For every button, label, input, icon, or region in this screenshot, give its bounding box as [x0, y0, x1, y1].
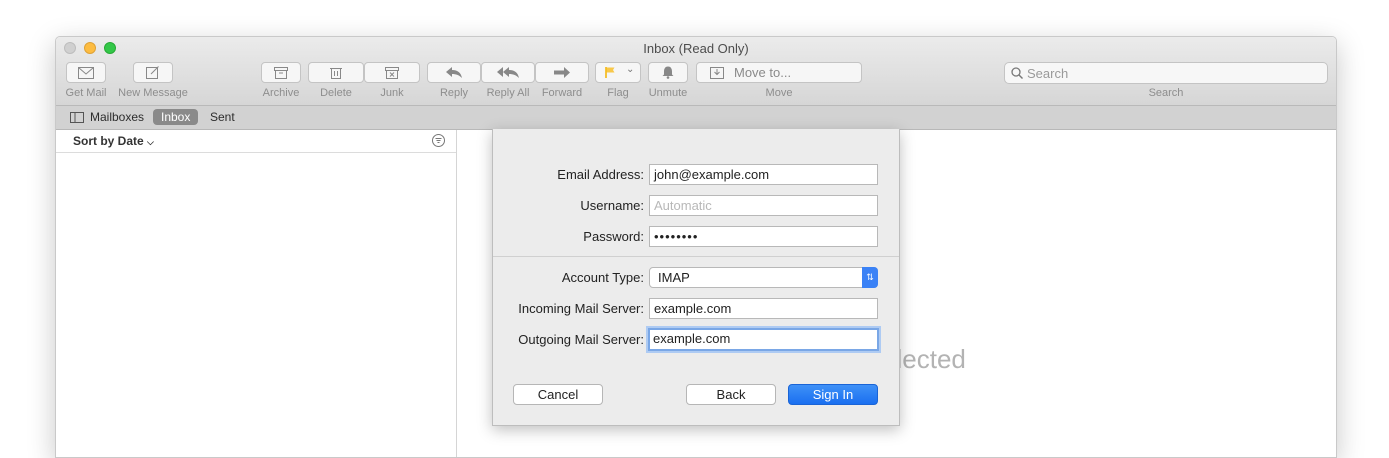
favorites-bar: Mailboxes Inbox Sent: [56, 106, 1336, 130]
archive-box-icon: [274, 66, 288, 79]
toolbar: Inbox (Read Only) Get Mail New Message A…: [56, 37, 1336, 106]
move-to-text: Move to...: [734, 65, 792, 80]
delete-label: Delete: [320, 87, 352, 99]
trash-icon: [330, 68, 342, 79]
search-placeholder: Search: [1027, 66, 1069, 81]
search-field[interactable]: Search: [1004, 62, 1328, 84]
archive-label: Archive: [262, 87, 300, 99]
unmute-button[interactable]: [648, 62, 688, 83]
username-field[interactable]: Automatic: [649, 195, 878, 216]
reply-all-label: Reply All: [486, 87, 530, 99]
sort-label: Sort by Date: [73, 134, 144, 148]
sent-favorite-button[interactable]: Sent: [210, 110, 235, 124]
flag-menu-chevron-icon[interactable]: ⌄: [626, 64, 634, 75]
reply-all-arrow-icon: [497, 67, 519, 78]
account-type-select[interactable]: IMAP ⇅: [649, 267, 878, 288]
outgoing-mail-server-field[interactable]: example.com: [648, 328, 879, 351]
flag-icon: [605, 67, 615, 78]
get-mail-label: Get Mail: [65, 87, 107, 99]
bell-icon: [662, 66, 674, 79]
reply-all-button[interactable]: [481, 62, 535, 83]
cancel-button[interactable]: Cancel: [513, 384, 603, 405]
unmute-label: Unmute: [648, 87, 688, 99]
flag-button[interactable]: ⌄: [595, 62, 641, 83]
select-stepper-icon: ⇅: [862, 267, 878, 288]
move-label: Move: [765, 87, 793, 99]
outgoing-mail-server-label: Outgoing Mail Server:: [518, 332, 644, 347]
search-label: Search: [1148, 87, 1184, 99]
delete-button[interactable]: [308, 62, 364, 83]
move-tray-icon: [710, 66, 724, 79]
junk-button[interactable]: [364, 62, 420, 83]
email-address-label: Email Address:: [557, 167, 644, 182]
password-label: Password:: [583, 229, 644, 244]
sidebar-toggle-icon[interactable]: [70, 112, 84, 123]
forward-arrow-icon: [554, 67, 570, 78]
add-account-sheet: Email Address: john@example.com Username…: [492, 129, 900, 426]
window-title: Inbox (Read Only): [643, 41, 749, 56]
sort-bar: Sort by Date ⌵: [56, 130, 456, 153]
filter-icon[interactable]: [432, 134, 445, 147]
move-to-button[interactable]: Move to...: [696, 62, 862, 83]
account-type-label: Account Type:: [561, 270, 644, 285]
reply-button[interactable]: [427, 62, 481, 83]
password-field[interactable]: ••••••••: [649, 226, 878, 247]
incoming-mail-server-field[interactable]: example.com: [649, 298, 878, 319]
chevron-down-icon: ⌵: [147, 137, 154, 147]
envelope-icon: [78, 66, 94, 79]
inbox-favorite-button[interactable]: Inbox: [153, 109, 199, 125]
flag-label: Flag: [607, 87, 629, 99]
sort-by-date-button[interactable]: Sort by Date ⌵: [73, 134, 154, 148]
new-message-button[interactable]: [133, 62, 173, 83]
username-label: Username:: [580, 198, 644, 213]
new-message-label: New Message: [118, 87, 188, 99]
get-mail-button[interactable]: [66, 62, 106, 83]
sign-in-button[interactable]: Sign In: [788, 384, 878, 405]
junk-icon: [385, 66, 399, 79]
reply-label: Reply: [439, 87, 469, 99]
message-list-pane: Sort by Date ⌵: [56, 130, 457, 457]
back-button[interactable]: Back: [686, 384, 776, 405]
incoming-mail-server-label: Incoming Mail Server:: [518, 301, 644, 316]
mailboxes-button[interactable]: Mailboxes: [90, 110, 144, 124]
archive-button[interactable]: [261, 62, 301, 83]
email-address-field[interactable]: john@example.com: [649, 164, 878, 185]
search-icon: [1011, 67, 1023, 79]
reply-arrow-icon: [446, 67, 462, 78]
compose-icon: [146, 66, 159, 79]
forward-label: Forward: [541, 87, 583, 99]
junk-label: Junk: [380, 87, 404, 99]
forward-button[interactable]: [535, 62, 589, 83]
section-divider: [493, 256, 899, 257]
account-type-value: IMAP: [658, 270, 690, 285]
